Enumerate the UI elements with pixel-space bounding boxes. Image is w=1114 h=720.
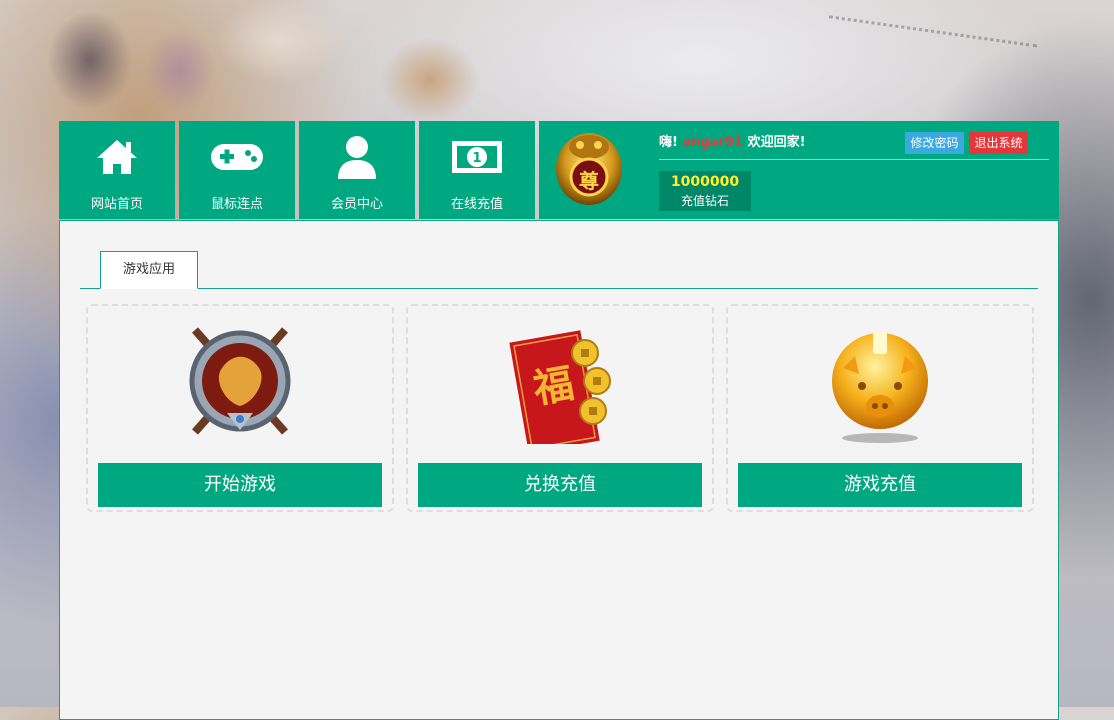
- card-redeem-recharge: 福 兑换充值: [406, 304, 714, 512]
- main-nav: 网站首页 鼠标连点 会员中心 1 在线充值: [59, 121, 539, 219]
- card-start-game: 开始游戏: [86, 304, 394, 512]
- greeting-suffix: 欢迎回家!: [747, 135, 806, 150]
- logout-button[interactable]: 退出系统: [969, 132, 1028, 154]
- user-panel: 尊 嗨! angar91 欢迎回家! 修改密码 退出系统 1000000 充值钻…: [539, 121, 1059, 219]
- home-icon: [95, 131, 139, 183]
- svg-text:福: 福: [529, 360, 578, 413]
- main-content: 游戏应用 开始游戏 福 兑换充值 游戏充值: [59, 220, 1059, 720]
- greeting: 嗨! angar91 欢迎回家!: [659, 131, 806, 150]
- red-envelope-coins-icon: 福: [497, 318, 623, 454]
- start-game-button[interactable]: 开始游戏: [98, 463, 382, 507]
- nav-item-recharge[interactable]: 1 在线充值: [419, 121, 535, 219]
- user-panel-divider: [659, 159, 1049, 160]
- diamond-balance: 1000000 充值钻石: [659, 171, 751, 211]
- money-icon: 1: [451, 131, 503, 183]
- nav-label-member-center: 会员中心: [330, 197, 383, 212]
- app-cards: 开始游戏 福 兑换充值 游戏充值: [86, 304, 1046, 512]
- card-game-recharge: 游戏充值: [726, 304, 1034, 512]
- nav-item-mouse-clicker[interactable]: 鼠标连点: [179, 121, 295, 219]
- nav-item-member-center[interactable]: 会员中心: [299, 121, 415, 219]
- tab-bar: 游戏应用: [80, 251, 1038, 289]
- vip-badge-text: 尊: [579, 169, 599, 193]
- background-art: [0, 0, 560, 130]
- nav-label-recharge: 在线充值: [450, 197, 503, 212]
- tab-game-apps[interactable]: 游戏应用: [100, 251, 198, 289]
- greeting-prefix: 嗨!: [659, 135, 678, 150]
- balance-value: 1000000: [670, 174, 740, 190]
- piggy-bank-icon: [817, 318, 943, 444]
- gamepad-icon: [210, 131, 264, 183]
- user-icon: [337, 131, 377, 183]
- nav-label-home: 网站首页: [90, 197, 143, 212]
- background-chain: [828, 0, 1042, 48]
- nav-item-home[interactable]: 网站首页: [59, 121, 175, 219]
- change-password-button[interactable]: 修改密码: [905, 132, 964, 154]
- game-recharge-button[interactable]: 游戏充值: [738, 463, 1022, 507]
- username: angar91: [682, 135, 744, 150]
- vip-avatar: 尊: [554, 129, 624, 209]
- balance-label: 充值钻石: [680, 194, 729, 208]
- redeem-recharge-button[interactable]: 兑换充值: [418, 463, 702, 507]
- nav-label-mouse-clicker: 鼠标连点: [210, 197, 263, 212]
- svg-text:1: 1: [472, 151, 481, 166]
- crossed-swords-emblem-icon: [177, 318, 303, 444]
